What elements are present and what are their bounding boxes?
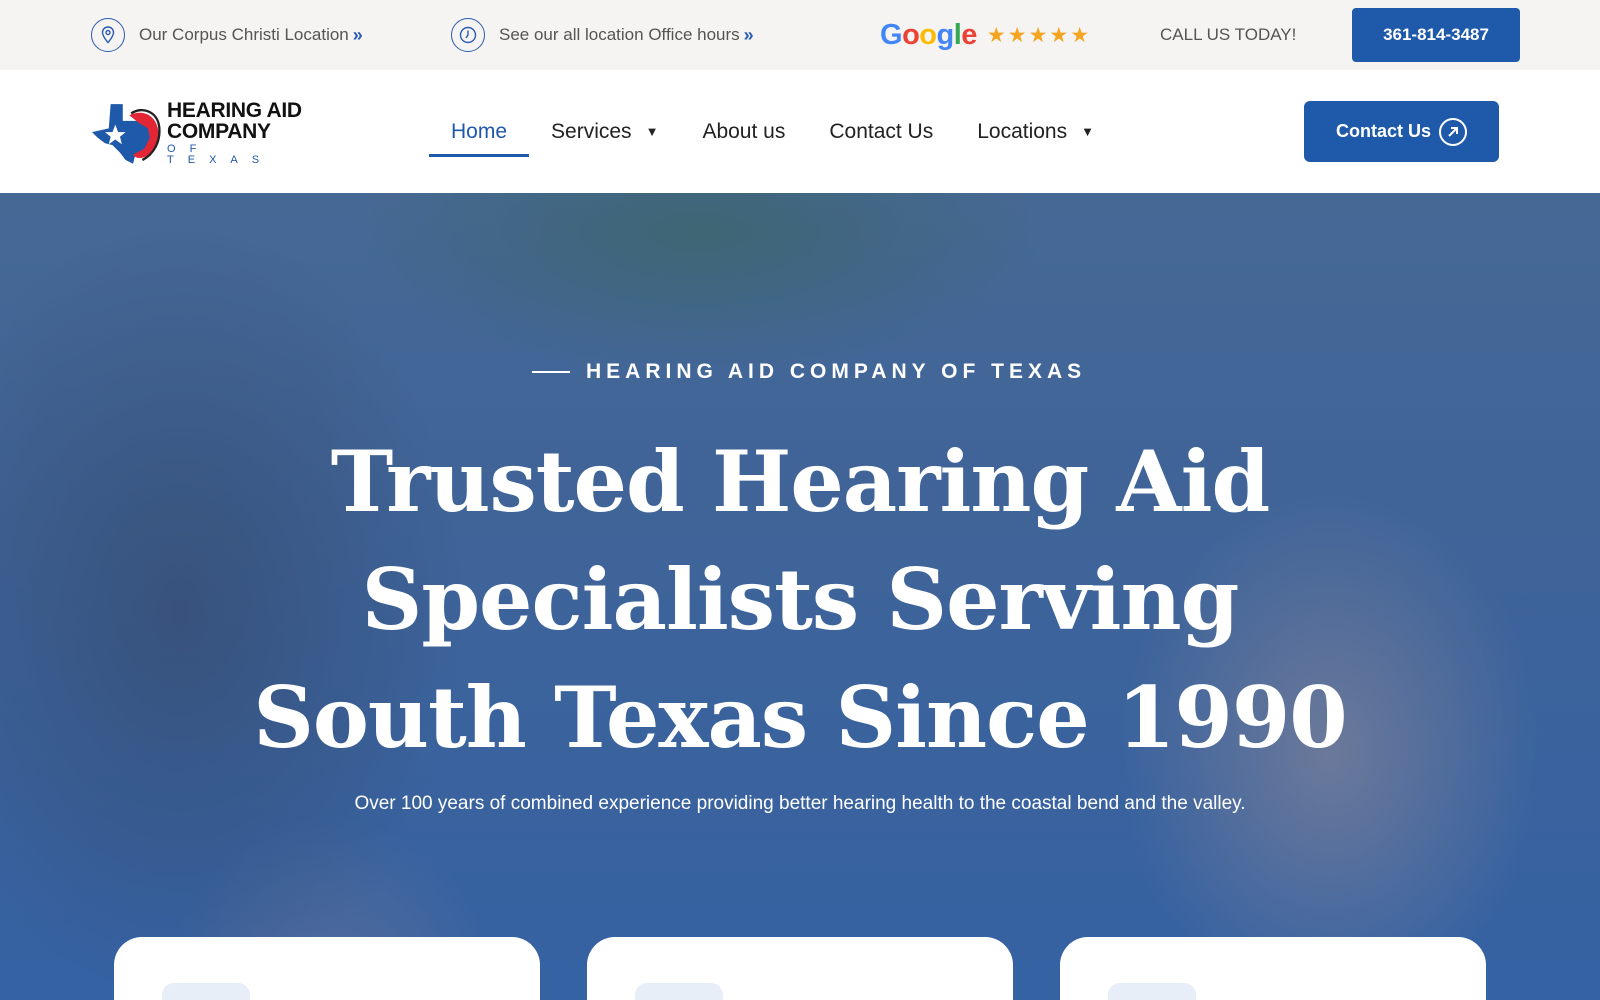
nav-item-label: Contact Us [829,119,934,143]
star-rating-icon: ★★★★★ [986,23,1092,47]
company-logo[interactable]: HEARING AID COMPANY OF TEXAS [92,98,322,168]
feature-card[interactable] [114,937,540,1000]
office-hours-link[interactable]: See our all location Office hours » [451,0,754,70]
nav-item-label: About us [702,119,786,143]
hero-title-line: Specialists Serving [361,550,1240,649]
logo-line-3: OF TEXAS [167,143,274,166]
double-chevron-right-icon: » [743,24,754,45]
main-nav: Home Services ▼ About us Contact Us Loca… [428,70,1138,193]
office-hours-link-text: See our all location Office hours [499,25,740,44]
google-logo-letter: o [902,18,920,51]
feature-card-icon [162,983,250,1000]
nav-item-label: Locations [977,119,1068,143]
arrow-up-right-icon [1439,117,1467,146]
clock-icon [451,18,485,52]
caret-down-icon: ▼ [1081,124,1094,139]
hero-eyebrow: HEARING AID COMPANY OF TEXAS [532,360,1086,384]
nav-item-label: Services [551,119,632,143]
eyebrow-divider [532,371,570,373]
feature-card-icon [635,983,723,1000]
feature-card-icon [1108,983,1196,1000]
google-rating[interactable]: Google ★★★★★ [880,16,1091,54]
hero-subtitle: Over 100 years of combined experience pr… [354,793,1246,814]
logo-wordmark: HEARING AID COMPANY OF TEXAS [167,100,322,166]
nav-item-home[interactable]: Home [428,70,530,193]
google-logo-letter: o [919,18,937,51]
feature-card[interactable] [1060,937,1486,1000]
hero-title-line: Trusted Hearing Aid [330,432,1271,531]
hero-title-line: South Texas Since 1990 [253,668,1348,767]
map-pin-icon [91,18,125,52]
google-logo-letter: G [880,18,903,51]
hero-eyebrow-text: HEARING AID COMPANY OF TEXAS [586,360,1087,383]
logo-line-2: COMPANY [167,120,271,143]
double-chevron-right-icon: » [352,24,363,45]
hero-section: HEARING AID COMPANY OF TEXAS Trusted Hea… [0,193,1600,1000]
texas-map-logo-icon [92,104,161,164]
site-header: HEARING AID COMPANY OF TEXAS Home Servic… [0,70,1600,193]
top-bar: Our Corpus Christi Location » See our al… [0,0,1600,70]
call-us-label: CALL US TODAY! [1160,25,1297,44]
google-logo-letter: g [936,18,955,51]
nav-item-label: Home [451,119,508,143]
google-logo-letter: e [961,18,977,51]
google-logo: Google [880,19,977,52]
nav-item-contact-us[interactable]: Contact Us [829,70,933,193]
nav-item-services[interactable]: Services ▼ [551,70,658,193]
location-link[interactable]: Our Corpus Christi Location » [91,0,363,70]
location-link-text: Our Corpus Christi Location [139,25,349,44]
contact-us-button[interactable]: Contact Us [1304,101,1499,162]
contact-us-button-label: Contact Us [1335,121,1431,141]
hero-title: Trusted Hearing Aid Specialists Serving … [200,423,1400,777]
logo-line-1: HEARING AID [167,99,302,122]
feature-card[interactable] [587,937,1013,1000]
nav-item-about-us[interactable]: About us [702,70,785,193]
caret-down-icon: ▼ [645,124,659,139]
phone-button[interactable]: 361-814-3487 [1352,8,1520,62]
nav-item-locations[interactable]: Locations ▼ [977,70,1094,193]
